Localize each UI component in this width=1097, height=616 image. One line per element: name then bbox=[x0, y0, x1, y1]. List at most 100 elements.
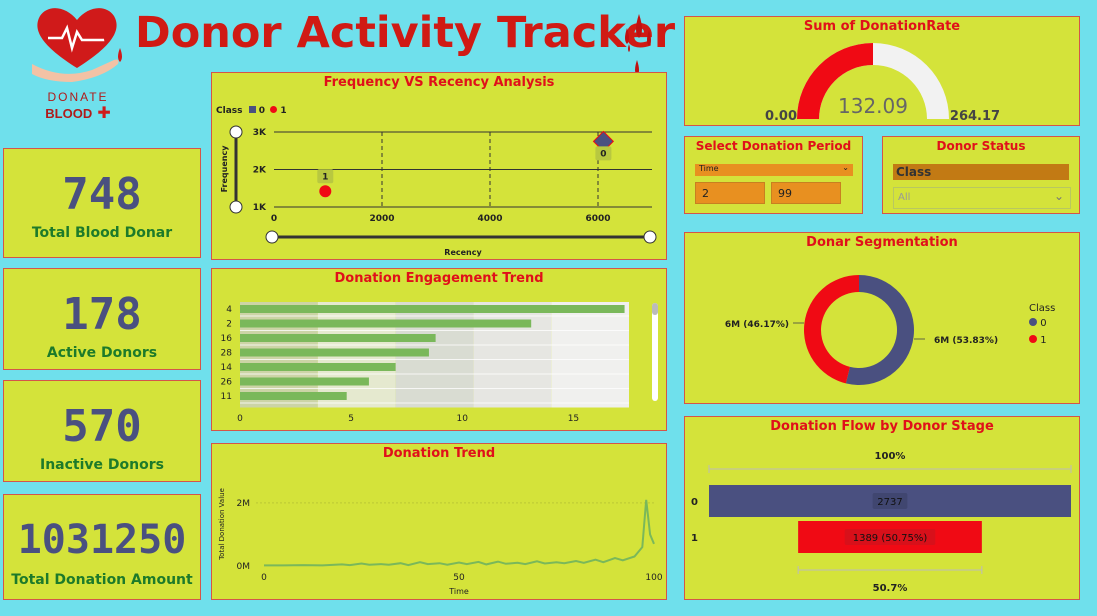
x-tick-label: 50 bbox=[453, 573, 465, 583]
x-axis-label: Time bbox=[448, 587, 469, 596]
x-tick-label: 10 bbox=[457, 414, 469, 424]
legend-label-0: 0 bbox=[1040, 318, 1047, 329]
period-from-input[interactable]: 2 bbox=[695, 182, 765, 204]
gauge-value: 132.09 bbox=[838, 94, 908, 118]
x-tick-label: 100 bbox=[645, 573, 662, 583]
bar-category-label: 28 bbox=[221, 349, 233, 359]
engagement-bar bbox=[240, 348, 429, 357]
kpi-value: 570 bbox=[62, 401, 142, 452]
gauge-max: 264.17 bbox=[950, 109, 1000, 123]
engagement-chart-card: Donation Engagement Trend 4 2 16 28 14 26 11 0 5… bbox=[211, 268, 667, 431]
kpi-total-donation-amount: 1031250 Total Donation Amount bbox=[3, 494, 201, 600]
slider-handle bbox=[229, 125, 243, 139]
heart-hand-icon bbox=[32, 8, 122, 82]
slider-handle bbox=[643, 230, 657, 244]
y-axis-label: Frequency bbox=[220, 145, 229, 193]
funnel-top-label: 100% bbox=[875, 451, 906, 462]
slider-handle bbox=[265, 230, 279, 244]
legend-dot-icon bbox=[1029, 335, 1037, 343]
engagement-bar bbox=[240, 377, 369, 386]
y-tick-label: 2K bbox=[253, 166, 267, 176]
kpi-inactive-donors: 570 Inactive Donors bbox=[3, 380, 201, 482]
period-field-label: Time bbox=[699, 164, 719, 173]
x-tick-label: 15 bbox=[568, 414, 579, 424]
trend-line bbox=[264, 499, 655, 567]
funnel-bar-label: 2737 bbox=[877, 497, 902, 508]
kpi-label: Total Donation Amount bbox=[11, 572, 193, 588]
x-tick-label: 6000 bbox=[585, 214, 610, 224]
legend-dot-icon bbox=[1029, 318, 1037, 326]
donation-trend-line-chart: 0M 2M 0 50 100 Time Total Donation Value bbox=[218, 488, 663, 596]
bar-category-label: 11 bbox=[221, 392, 232, 402]
funnel-bottom-label: 50.7% bbox=[873, 583, 908, 594]
trend-chart-card: Donation Trend 0M 2M 0 50 100 Time Total Donat… bbox=[211, 443, 667, 600]
funnel-card: Donation Flow by Donor Stage 100% 2737 0 13… bbox=[684, 416, 1080, 600]
status-dropdown[interactable]: All ⌄ bbox=[893, 187, 1071, 209]
status-slicer-card: Donor Status Class All ⌄ bbox=[882, 136, 1080, 214]
plus-icon: ✚ bbox=[97, 103, 111, 122]
x-axis-label: Recency bbox=[444, 248, 482, 257]
funnel-category-label: 0 bbox=[691, 497, 698, 508]
kpi-label: Total Blood Donar bbox=[31, 225, 173, 241]
legend-title: Class bbox=[1029, 303, 1056, 314]
kpi-value: 178 bbox=[62, 289, 142, 340]
status-title: Donor Status bbox=[936, 139, 1026, 153]
status-field-header: Class bbox=[893, 164, 1069, 180]
x-tick-label: 2000 bbox=[369, 214, 394, 224]
funnel-category-label: 1 bbox=[691, 533, 698, 544]
scatter-data-label: 1 bbox=[322, 172, 328, 182]
donation-rate-gauge: 132.09 0.00 264.17 bbox=[765, 43, 1000, 123]
y-tick-label: 2M bbox=[237, 499, 251, 509]
y-tick-label: 1K bbox=[253, 203, 267, 213]
kpi-active-donors: 178 Active Donors bbox=[3, 268, 201, 370]
chevron-down-icon: ⌄ bbox=[842, 163, 849, 172]
gauge-min: 0.00 bbox=[765, 109, 797, 123]
blood-drops-icon bbox=[625, 14, 651, 76]
kpi-value: 748 bbox=[62, 169, 142, 220]
page-title: Donor Activity Tracker bbox=[135, 8, 676, 58]
period-slicer-card: Select Donation Period Time ⌄ 2 99 bbox=[684, 136, 863, 214]
bar-category-label: 4 bbox=[226, 305, 232, 315]
donate-blood-logo: DONATE BLOOD ✚ bbox=[22, 2, 134, 122]
scrollbar-track bbox=[652, 303, 658, 401]
engagement-bar bbox=[240, 392, 347, 400]
engagement-bar bbox=[240, 319, 532, 328]
bg-band bbox=[473, 302, 552, 408]
funnel-bar-label: 1389 (50.75%) bbox=[853, 533, 928, 544]
scatter-data-label: 0 bbox=[600, 149, 606, 159]
kpi-label: Inactive Donors bbox=[40, 457, 164, 473]
x-tick-label: 0 bbox=[261, 573, 267, 583]
engagement-bar-chart: 4 2 16 28 14 26 11 0 5 10 15 bbox=[221, 302, 658, 424]
kpi-label: Active Donors bbox=[46, 345, 158, 361]
slider-handle bbox=[229, 200, 243, 214]
chevron-down-icon: ⌄ bbox=[1053, 189, 1064, 203]
engagement-bar bbox=[240, 334, 436, 342]
x-tick-label: 0 bbox=[271, 214, 277, 224]
slice-label: 6M (46.17%) bbox=[725, 320, 789, 330]
slice-label: 6M (53.83%) bbox=[934, 336, 998, 346]
status-selected: All bbox=[898, 192, 911, 203]
bar-category-label: 16 bbox=[221, 334, 233, 344]
x-tick-label: 4000 bbox=[477, 214, 502, 224]
x-tick-label: 5 bbox=[348, 414, 354, 424]
bar-category-label: 14 bbox=[221, 363, 233, 373]
bg-band bbox=[551, 302, 629, 408]
scatter-plot: 1K 2K 3K 0 2000 4000 6000 Recency Frequency 0 1 bbox=[220, 125, 657, 257]
segmentation-card: Donar Segmentation 6M (53.83%) 6M (46.17%… bbox=[684, 232, 1080, 404]
x-tick-label: 0 bbox=[237, 414, 243, 424]
engagement-bar bbox=[240, 305, 625, 313]
scatter-point-class-1 bbox=[319, 185, 332, 198]
logo-text-blood: BLOOD bbox=[45, 106, 93, 121]
period-field-header[interactable]: Time ⌄ bbox=[695, 163, 853, 176]
segmentation-donut-chart: 6M (53.83%) 6M (46.17%) bbox=[725, 275, 998, 385]
bar-category-label: 2 bbox=[226, 320, 232, 330]
scrollbar-thumb bbox=[652, 303, 658, 315]
bar-category-label: 26 bbox=[221, 378, 233, 388]
period-to-input[interactable]: 99 bbox=[771, 182, 841, 204]
period-title: Select Donation Period bbox=[695, 139, 852, 153]
donation-flow-funnel: 100% 2737 0 1389 (50.75%) 1 50.7% bbox=[691, 451, 1072, 594]
kpi-value: 1031250 bbox=[17, 517, 187, 563]
engagement-bar bbox=[240, 363, 396, 371]
logo-text-donate: DONATE bbox=[47, 90, 109, 104]
y-tick-label: 3K bbox=[253, 128, 267, 138]
